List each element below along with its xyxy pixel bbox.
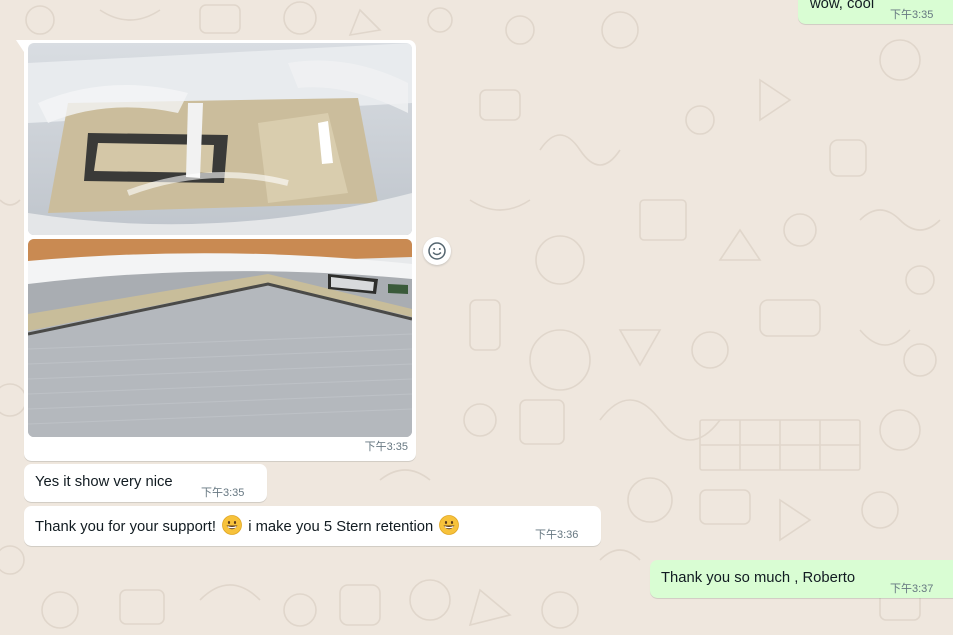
incoming-image-album[interactable]: 下午3:35 bbox=[16, 40, 416, 461]
grinning-face-emoji bbox=[439, 515, 460, 535]
photo-inflatable-floor-grey[interactable] bbox=[28, 239, 412, 437]
photo-1-image bbox=[28, 43, 412, 235]
message-text: Thank you for your support! i make you 5… bbox=[35, 515, 461, 537]
photo-2-image bbox=[28, 239, 412, 437]
outgoing-message-wow-cool[interactable]: wow, cool 下午3:35 bbox=[798, 0, 953, 24]
message-time: 下午3:35 bbox=[201, 487, 245, 499]
outgoing-message-roberto[interactable]: Thank you so much , Roberto 下午3:37 bbox=[650, 560, 953, 598]
message-time: 下午3:35 bbox=[890, 9, 934, 21]
message-time: 下午3:36 bbox=[535, 529, 579, 541]
bubble-tail bbox=[16, 40, 24, 52]
message-text: wow, cool bbox=[810, 0, 875, 12]
incoming-message-thanks[interactable]: Thank you for your support! i make you 5… bbox=[24, 506, 601, 546]
message-text: Thank you so much , Roberto bbox=[661, 570, 856, 586]
message-text-part1: Thank you for your support! bbox=[35, 519, 216, 535]
photo-inflatable-floor-wrapped[interactable] bbox=[28, 43, 412, 235]
smiley-react-icon[interactable] bbox=[423, 237, 451, 265]
message-time: 下午3:37 bbox=[890, 583, 934, 595]
message-text-part2: i make you 5 Stern retention bbox=[248, 519, 434, 535]
smiley-glyph bbox=[428, 242, 446, 260]
grinning-face-emoji bbox=[222, 515, 242, 535]
message-time: 下午3:35 bbox=[364, 441, 408, 453]
incoming-message-yes[interactable]: Yes it show very nice 下午3:35 bbox=[24, 464, 267, 502]
message-text: Yes it show very nice bbox=[35, 474, 173, 490]
